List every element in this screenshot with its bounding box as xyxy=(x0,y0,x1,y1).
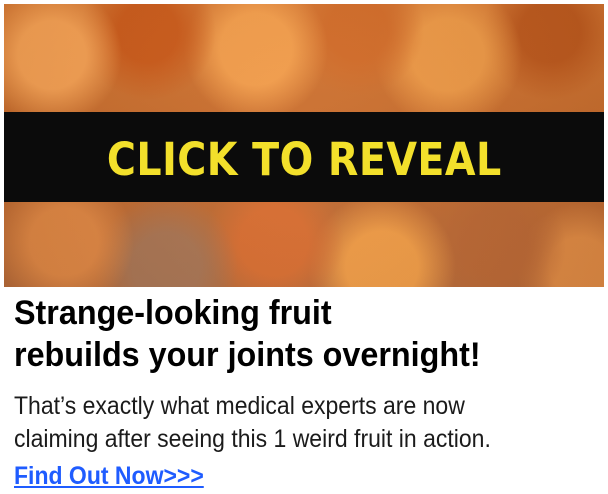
ad-headline: Strange-looking fruit rebuilds your join… xyxy=(14,292,599,376)
description-line-2: claiming after seeing this 1 weird fruit… xyxy=(14,425,491,453)
description-line-1: That’s exactly what medical experts are … xyxy=(14,392,465,420)
click-to-reveal-label: CLICK TO REVEAL xyxy=(106,132,502,186)
headline-line-2: rebuilds your joints overnight! xyxy=(14,336,481,374)
find-out-now-link[interactable]: Find Out Now>>> xyxy=(14,461,204,491)
blurred-fruit-image[interactable]: CLICK TO REVEAL xyxy=(4,4,604,287)
advertisement-card: CLICK TO REVEAL Strange-looking fruit re… xyxy=(0,0,608,494)
ad-description: That’s exactly what medical experts are … xyxy=(14,390,604,456)
headline-line-1: Strange-looking fruit xyxy=(14,294,332,332)
reveal-banner[interactable]: CLICK TO REVEAL xyxy=(4,112,604,202)
